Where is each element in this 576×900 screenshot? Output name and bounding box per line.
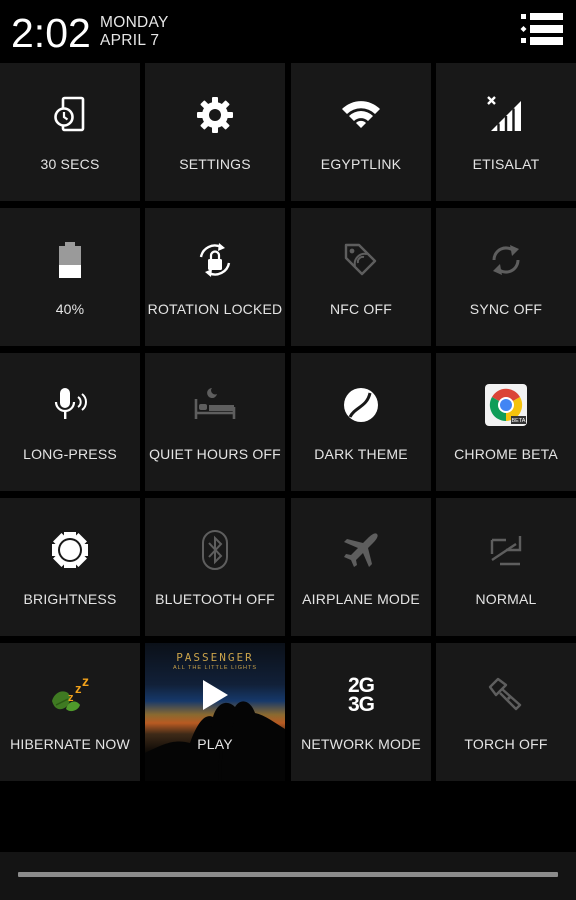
tile-label: NETWORK MODE	[301, 736, 421, 752]
network-arrows-icon	[490, 536, 522, 566]
tile-voice-search[interactable]: LONG-PRESS	[0, 353, 140, 491]
network-mode-icon: 2G 3G	[341, 675, 381, 716]
svg-text:z: z	[68, 692, 74, 704]
dark-theme-icon	[344, 388, 378, 422]
flashlight-icon	[488, 677, 522, 711]
bed-moon-icon	[194, 388, 236, 419]
svg-text:z: z	[75, 681, 82, 696]
tile-chrome-beta[interactable]: BETA CHROME BETA	[436, 353, 576, 491]
microphone-icon	[54, 388, 87, 419]
date-label: APRIL 7	[100, 32, 160, 49]
tile-dark-theme[interactable]: DARK THEME	[291, 353, 431, 491]
day-label: MONDAY	[100, 14, 169, 31]
svg-text:z: z	[82, 675, 89, 689]
tile-label: HIBERNATE NOW	[10, 736, 130, 752]
tile-network-normal[interactable]: NORMAL	[436, 498, 576, 636]
gear-icon	[197, 97, 233, 133]
tile-label: 30 SECS	[40, 156, 100, 172]
sync-icon	[492, 245, 520, 275]
tile-network-mode[interactable]: 2G 3G NETWORK MODE	[291, 643, 431, 781]
tile-bluetooth[interactable]: BLUETOOTH OFF	[145, 498, 285, 636]
tile-airplane[interactable]: AIRPLANE MODE	[291, 498, 431, 636]
tile-battery[interactable]: 40%	[0, 208, 140, 346]
tile-torch[interactable]: TORCH OFF	[436, 643, 576, 781]
tile-mobile-data[interactable]: ETISALAT	[436, 63, 576, 201]
tile-label: PLAY	[197, 736, 233, 752]
tile-label: TORCH OFF	[464, 736, 548, 752]
tile-quiet-hours[interactable]: QUIET HOURS OFF	[145, 353, 285, 491]
tile-brightness[interactable]: BRIGHTNESS	[0, 498, 140, 636]
tile-label: NORMAL	[475, 591, 537, 607]
bluetooth-icon	[202, 530, 228, 570]
play-icon	[203, 680, 228, 710]
tile-settings[interactable]: SETTINGS	[145, 63, 285, 201]
tile-label: CHROME BETA	[454, 446, 558, 462]
chrome-beta-icon: BETA	[485, 384, 527, 426]
tile-rotation[interactable]: ROTATION LOCKED	[145, 208, 285, 346]
tile-label: QUIET HOURS OFF	[149, 446, 281, 462]
nfc-tag-icon	[344, 243, 377, 276]
tile-hibernate[interactable]: z z z HIBERNATE NOW	[0, 643, 140, 781]
date-display: MONDAY APRIL 7	[100, 14, 169, 50]
airplane-icon	[344, 533, 378, 567]
tile-label: SYNC OFF	[469, 301, 543, 317]
drag-handle[interactable]	[18, 872, 558, 877]
beta-badge-label: BETA	[512, 418, 526, 424]
tile-label: ETISALAT	[472, 156, 540, 172]
wifi-icon	[342, 101, 380, 128]
tile-label: BRIGHTNESS	[23, 591, 117, 607]
tile-label: ROTATION LOCKED	[147, 301, 283, 317]
tile-label: EGYPTLINK	[320, 156, 402, 172]
hibernate-leaf-icon: z z z	[52, 675, 89, 712]
screen-timeout-icon	[54, 96, 85, 132]
tile-sync[interactable]: SYNC OFF	[436, 208, 576, 346]
tile-label: AIRPLANE MODE	[302, 591, 420, 607]
cell-signal-icon	[487, 96, 521, 131]
list-settings-icon	[520, 13, 563, 45]
status-header: 2:02 MONDAY APRIL 7	[0, 0, 576, 62]
network-mode-bottom: 3G	[347, 693, 375, 716]
tile-label: NFC OFF	[329, 301, 393, 317]
tile-label: BLUETOOTH OFF	[155, 591, 275, 607]
settings-list-button[interactable]	[518, 13, 566, 51]
tile-label: LONG-PRESS	[23, 446, 117, 462]
rotation-lock-icon	[199, 243, 231, 277]
tile-label: 40%	[55, 301, 85, 317]
tile-nfc[interactable]: NFC OFF	[291, 208, 431, 346]
tile-label: DARK THEME	[314, 446, 408, 462]
sun-icon	[52, 532, 88, 568]
notification-footer	[0, 852, 576, 900]
battery-icon	[59, 242, 81, 278]
clock[interactable]: 2:02	[11, 10, 91, 56]
tile-media-play[interactable]: PASSENGER ALL THE LITTLE LIGHTS PLAY	[145, 643, 285, 781]
tile-label: SETTINGS	[179, 156, 251, 172]
tile-wifi[interactable]: EGYPTLINK	[291, 63, 431, 201]
tile-screen-timeout[interactable]: 30 SECS	[0, 63, 140, 201]
